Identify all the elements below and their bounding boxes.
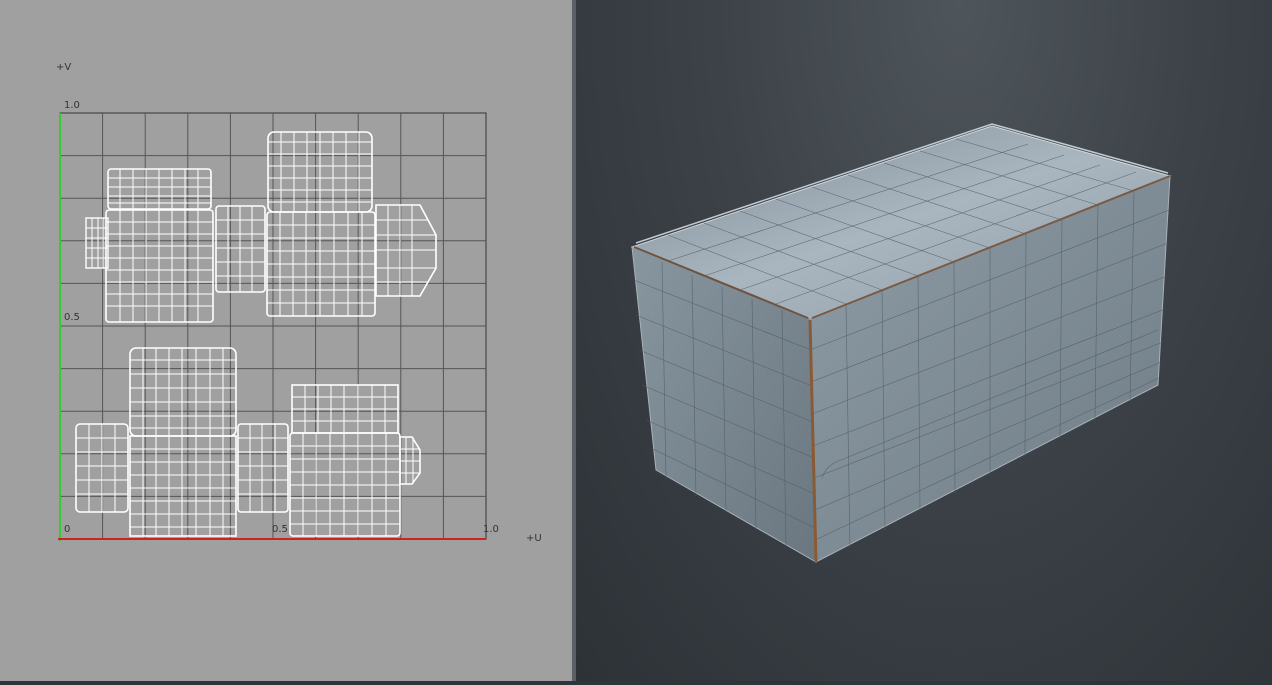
v-tick-mid-label: 0.5: [64, 312, 80, 323]
uv-islands[interactable]: [75, 131, 437, 537]
u-tick-mid-label: 0.5: [272, 524, 288, 535]
u-axis-label: +U: [526, 533, 542, 544]
viewport-canvas[interactable]: [576, 0, 1272, 681]
v-axis-label: +V: [56, 62, 71, 73]
u-tick-right-label: 1.0: [483, 524, 499, 535]
origin-label: 0: [64, 524, 70, 535]
3d-viewport[interactable]: [576, 0, 1272, 681]
v-tick-top-label: 1.0: [64, 100, 80, 111]
uv-island-lower[interactable]: [75, 347, 421, 537]
box-mesh-icon[interactable]: [630, 123, 1172, 563]
uv-island-upper[interactable]: [85, 131, 437, 323]
uv-editor-panel[interactable]: +V +U 1.0 0.5 0 0.5 1.0: [0, 0, 572, 681]
uv-grid: [59, 112, 487, 540]
uv-canvas[interactable]: +V +U 1.0 0.5 0 0.5 1.0: [0, 0, 572, 681]
